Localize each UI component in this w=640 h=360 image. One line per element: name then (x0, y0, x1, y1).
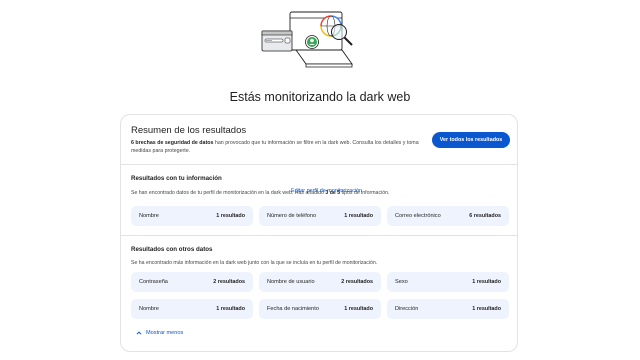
tile-count: 1 resultado (216, 306, 245, 312)
result-tile-address[interactable]: Dirección 1 resultado (387, 299, 509, 319)
result-tile-other-name[interactable]: Nombre 1 resultado (131, 299, 253, 319)
tile-label: Correo electrónico (395, 213, 441, 219)
other-data-description: Se ha encontrado más información en la d… (131, 260, 378, 266)
tile-count: 1 resultado (344, 306, 373, 312)
tile-count: 6 resultados (469, 213, 501, 219)
result-tile-phone[interactable]: Número de teléfono 1 resultado (259, 206, 381, 226)
show-less-button[interactable]: Mostrar menos (136, 330, 183, 336)
tile-label: Fecha de nacimiento (267, 306, 319, 312)
divider (121, 164, 517, 165)
tile-count: 1 resultado (472, 279, 501, 285)
tile-label: Sexo (395, 279, 408, 285)
tile-label: Contraseña (139, 279, 168, 285)
result-tile-password[interactable]: Contraseña 2 resultados (131, 272, 253, 292)
results-card: Resumen de los resultados 6 brechas de s… (120, 114, 518, 352)
view-all-results-button[interactable]: Ver todos los resultados (432, 132, 510, 148)
tile-count: 1 resultado (344, 213, 373, 219)
divider (121, 235, 517, 236)
result-tile-email[interactable]: Correo electrónico 6 resultados (387, 206, 509, 226)
tile-count: 1 resultado (472, 306, 501, 312)
tile-label: Nombre (139, 213, 159, 219)
tile-count: 1 resultado (216, 213, 245, 219)
result-tile-gender[interactable]: Sexo 1 resultado (387, 272, 509, 292)
tile-count: 2 resultados (213, 279, 245, 285)
chevron-up-icon (136, 331, 142, 335)
tile-label: Dirección (395, 306, 419, 312)
summary-description: 6 brechas de seguridad de datos han prov… (131, 139, 431, 155)
tile-label: Número de teléfono (267, 213, 317, 219)
page-title: Estás monitorizando la dark web (229, 90, 411, 104)
result-tile-name[interactable]: Nombre 1 resultado (131, 206, 253, 226)
tile-label: Nombre de usuario (267, 279, 315, 285)
edit-monitoring-profile-link[interactable]: Editar perfil de monitorización (291, 188, 362, 194)
tile-label: Nombre (139, 306, 159, 312)
your-info-section-title: Resultados con tu información (131, 175, 222, 182)
show-less-label: Mostrar menos (146, 330, 184, 336)
result-tile-birthdate[interactable]: Fecha de nacimiento 1 resultado (259, 299, 381, 319)
other-data-section-title: Resultados con otros datos (131, 246, 213, 253)
result-tile-username[interactable]: Nombre de usuario 2 resultados (259, 272, 381, 292)
tile-count: 2 resultados (341, 279, 373, 285)
summary-title: Resumen de los resultados (131, 125, 247, 136)
dark-web-illustration-icon (261, 11, 353, 68)
summary-breach-count: 6 brechas de seguridad de datos (131, 140, 214, 146)
